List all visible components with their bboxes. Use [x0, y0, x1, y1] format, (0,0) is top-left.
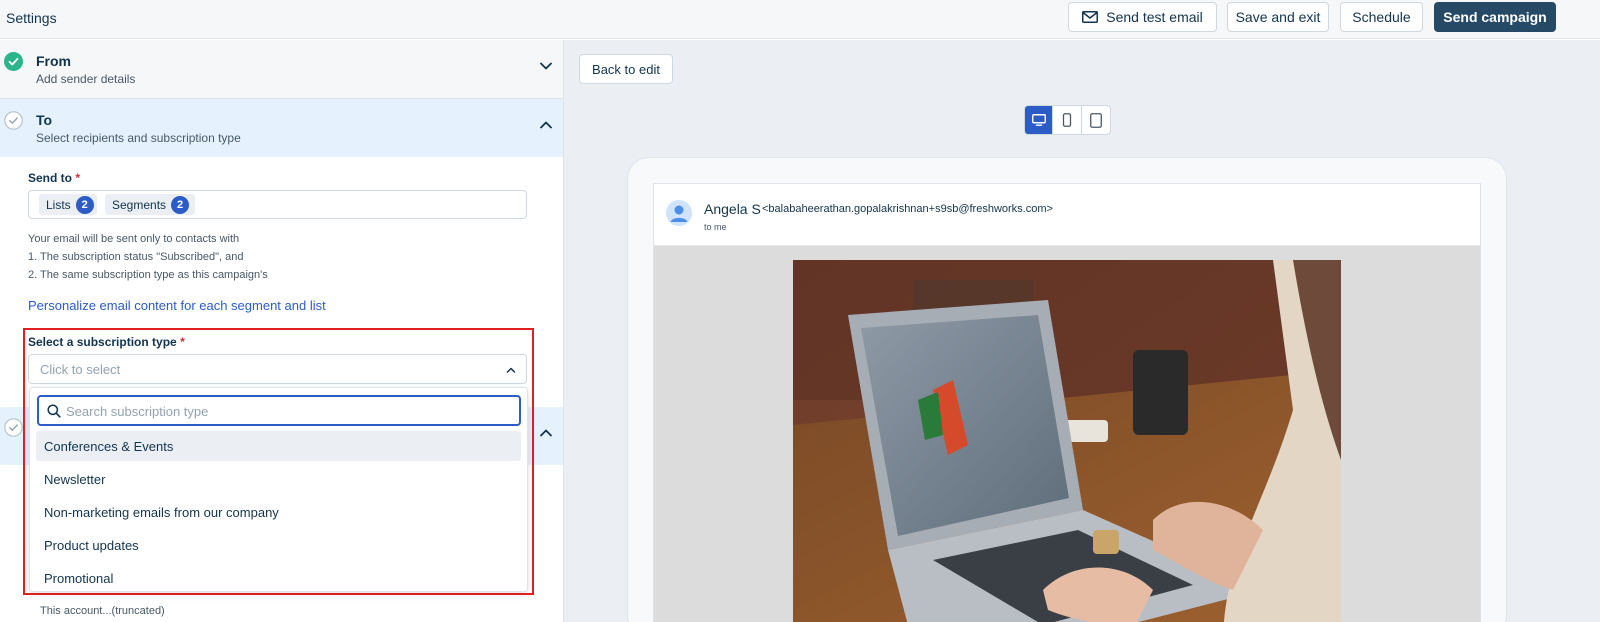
sender-name: Angela S	[704, 201, 761, 217]
recipient-text: to me	[704, 222, 727, 232]
desktop-view-button[interactable]	[1025, 106, 1054, 134]
option-product-updates[interactable]: Product updates	[36, 530, 521, 560]
to-subtitle: Select recipients and subscription type	[36, 131, 241, 145]
personalize-content-link[interactable]: Personalize email content for each segme…	[28, 298, 326, 313]
segments-chip[interactable]: Segments 2	[105, 194, 195, 215]
email-preview: Angela S <balabaheerathan.gopalakrishnan…	[653, 183, 1481, 622]
mobile-view-button[interactable]	[1053, 106, 1082, 134]
info-line: 1. The subscription status "Subscribed",…	[28, 251, 244, 263]
device-toggle	[1024, 105, 1111, 135]
lists-chip-label: Lists	[46, 197, 71, 212]
subscription-type-label: Select a subscription type *	[28, 335, 185, 349]
send-to-field[interactable]: Lists 2 Segments 2	[28, 190, 527, 219]
option-newsletter[interactable]: Newsletter	[36, 464, 521, 494]
sender-email: <balabaheerathan.gopalakrishnan+s9sb@fre…	[762, 203, 1053, 215]
subscription-dropdown: Conferences & Events Newsletter Non-mark…	[29, 387, 528, 592]
desktop-icon	[1031, 114, 1046, 126]
send-test-email-button[interactable]: Send test email	[1068, 2, 1217, 32]
subscription-placeholder: Click to select	[40, 362, 121, 377]
check-circle-outline-icon	[4, 111, 23, 130]
search-input[interactable]	[66, 401, 506, 421]
check-circle-icon	[4, 52, 23, 71]
schedule-button[interactable]: Schedule	[1340, 2, 1423, 32]
email-hero-image	[793, 260, 1341, 622]
segments-chip-label: Segments	[112, 197, 167, 212]
from-subtitle: Add sender details	[36, 72, 136, 86]
to-title: To	[36, 112, 53, 128]
send-campaign-button[interactable]: Send campaign	[1434, 2, 1556, 32]
subscription-type-select[interactable]: Click to select	[28, 354, 527, 384]
segments-count-badge: 2	[171, 195, 190, 214]
mail-icon	[1082, 11, 1099, 23]
preview-panel: Back to edit Angela S <balabaheerathan.g…	[564, 40, 1600, 622]
avatar	[666, 200, 692, 226]
save-and-exit-button[interactable]: Save and exit	[1227, 2, 1329, 32]
chevron-down-icon[interactable]	[538, 58, 554, 74]
send-test-email-label: Send test email	[1106, 9, 1203, 25]
user-icon	[666, 200, 692, 226]
from-title: From	[36, 53, 71, 69]
mobile-icon	[1062, 113, 1072, 127]
email-header: Angela S <balabaheerathan.gopalakrishnan…	[654, 184, 1480, 246]
laptop-photo-illustration	[793, 260, 1341, 622]
info-line: 2. The same subscription type as this ca…	[28, 269, 268, 281]
lists-count-badge: 2	[75, 195, 94, 214]
lists-chip[interactable]: Lists 2	[39, 194, 97, 215]
send-to-label: Send to *	[28, 171, 81, 185]
chevron-up-icon[interactable]	[538, 117, 554, 133]
chevron-up-icon	[506, 367, 516, 373]
bottom-note: This account...(truncated)	[40, 605, 165, 617]
option-non-marketing[interactable]: Non-marketing emails from our company	[36, 497, 521, 527]
top-bar: Settings Send test email Save and exit S…	[0, 0, 1600, 39]
info-line: Your email will be sent only to contacts…	[28, 233, 240, 245]
search-icon	[47, 404, 61, 418]
subscription-search[interactable]	[37, 395, 521, 426]
page-title: Settings	[6, 10, 57, 26]
option-promotional[interactable]: Promotional	[36, 563, 521, 593]
tablet-icon	[1089, 112, 1102, 128]
settings-panel: From Add sender details To Select recipi…	[0, 40, 564, 622]
to-section-header[interactable]: To Select recipients and subscription ty…	[0, 99, 563, 157]
back-to-edit-button[interactable]: Back to edit	[579, 54, 673, 84]
from-section-header[interactable]: From Add sender details	[0, 40, 563, 99]
tablet-view-button[interactable]	[1082, 106, 1110, 134]
chevron-up-icon[interactable]	[538, 425, 554, 441]
check-circle-outline-icon	[4, 418, 23, 437]
option-conferences-events[interactable]: Conferences & Events	[36, 431, 521, 461]
